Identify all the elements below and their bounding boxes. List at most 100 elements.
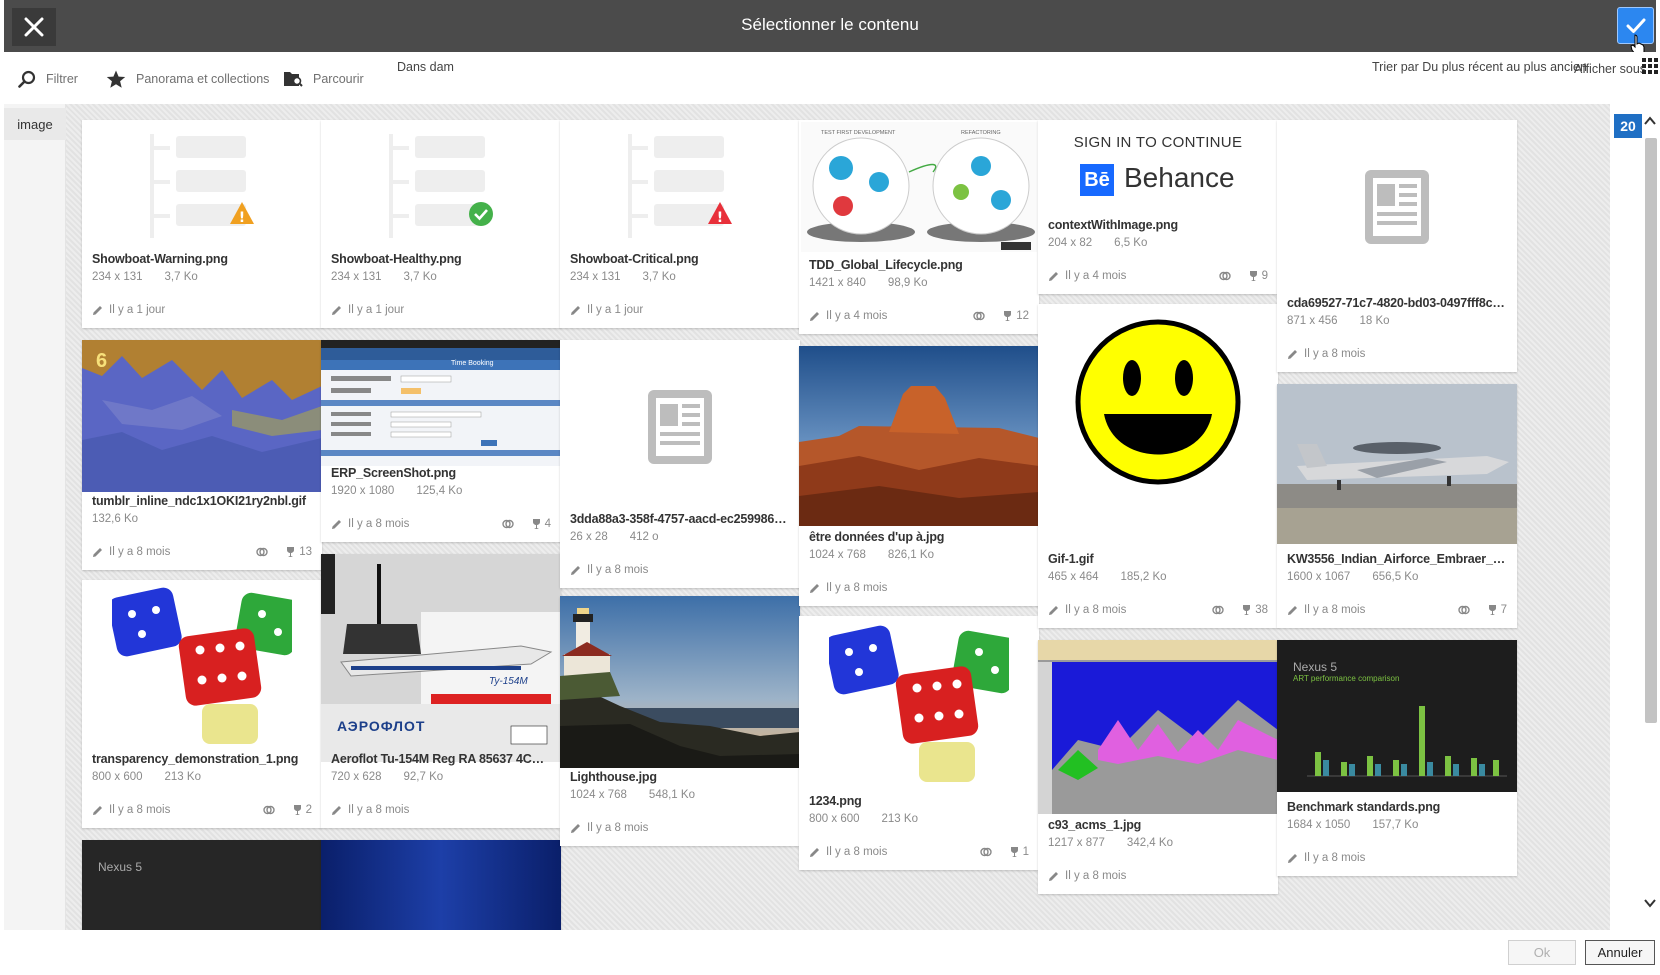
document-icon — [648, 390, 712, 464]
asset-size: 3,7 Ko — [642, 271, 676, 283]
colorful-chart-image — [1038, 640, 1278, 814]
asset-card[interactable]: transparency_demonstration_1.png 800 x 6… — [82, 580, 322, 828]
asset-thumbnail — [321, 120, 561, 246]
browse-button[interactable]: Parcourir — [283, 67, 364, 91]
asset-title: cda69527-71c7-4820-bd03-0497fff8cf8fer..… — [1287, 296, 1507, 310]
asset-size: 185,2 Ko — [1120, 571, 1167, 583]
asset-card[interactable]: TEST FIRST DEVELOPMENT REFACTORING TDD_G… — [799, 120, 1039, 334]
list-placeholder-icon — [389, 134, 493, 238]
glitch-image — [82, 340, 322, 492]
trophy-icon — [1243, 605, 1251, 615]
toolbar: Filtrer Panorama et collections Parcouri… — [4, 52, 1658, 104]
grid-view-icon[interactable] — [1642, 58, 1660, 76]
asset-award-count: 4 — [544, 518, 551, 530]
sort-dropdown[interactable]: Trier par Du plus récent au plus ancien — [1372, 60, 1587, 74]
pencil-icon — [1049, 871, 1058, 881]
asset-title: Lighthouse.jpg — [570, 770, 657, 784]
pencil-icon — [1288, 349, 1297, 359]
asset-thumbnail — [82, 580, 322, 750]
lighthouse-photo — [560, 596, 800, 768]
ok-button[interactable]: Ok — [1508, 940, 1576, 965]
asset-card[interactable]: 6 tumblr_inline_ndc1x1OKI21ry2nbl.gif 13… — [82, 340, 322, 570]
asset-award-count: 38 — [1255, 604, 1268, 616]
result-count-badge: 20 — [1614, 114, 1642, 138]
asset-card[interactable]: ! Showboat-Critical.png 234 x 131 3,7 Ko … — [560, 120, 800, 328]
tdd-label-right: REFACTORING — [961, 130, 1001, 136]
asset-card[interactable]: ! Showboat-Warning.png 234 x 131 3,7 Ko I… — [82, 120, 322, 328]
asset-age: Il y a 1 jour — [587, 304, 644, 316]
dice-image — [829, 625, 1009, 782]
asset-size: 6,5 Ko — [1114, 237, 1148, 249]
cancel-button[interactable]: Annuler — [1585, 940, 1655, 965]
asset-card[interactable]: être données d'up à.jpg 1024 x 768 826,1 … — [799, 346, 1039, 606]
asset-grid[interactable]: ! Showboat-Warning.png 234 x 131 3,7 Ko I… — [66, 104, 1610, 930]
asset-age: Il y a 8 mois — [1065, 604, 1127, 616]
dice-image — [112, 587, 292, 744]
pencil-icon — [810, 583, 819, 593]
svg-text:!: ! — [717, 210, 723, 226]
asset-card[interactable]: Time Booking ERP_ScreenShot.png 1920 x 1… — [321, 340, 561, 542]
sidebar-item-image[interactable]: image — [4, 108, 66, 140]
asset-size: 18 Ko — [1359, 315, 1390, 327]
asset-card[interactable]: cda69527-71c7-4820-bd03-0497fff8cf8fer..… — [1277, 120, 1517, 372]
asset-award-count: 1 — [1022, 846, 1029, 858]
trophy-icon — [1249, 271, 1257, 281]
asset-size: 92,7 Ko — [403, 771, 444, 783]
asset-thumbnail — [799, 346, 1039, 526]
header-bar: Sélectionner le contenu — [4, 0, 1656, 56]
asset-card[interactable]: KW3556_Indian_Airforce_Embraer_EMB... 16… — [1277, 384, 1517, 628]
asset-size: 826,1 Ko — [887, 549, 934, 561]
scroll-up-icon[interactable] — [1644, 116, 1656, 126]
asset-age: Il y a 8 mois — [587, 822, 649, 834]
trophy-icon — [1488, 605, 1496, 615]
asset-dimensions: 1684 x 1050 — [1287, 819, 1351, 831]
asset-card[interactable]: 1234.png 800 x 600 213 Ko Il y a 8 mois 1 — [799, 616, 1039, 870]
svg-text:!: ! — [239, 210, 245, 226]
asset-dimensions: 800 x 600 — [809, 813, 860, 825]
behance-signin-text: SIGN IN TO CONTINUE — [1073, 134, 1243, 151]
asset-title: 1234.png — [809, 794, 862, 808]
references-icon — [501, 519, 514, 529]
list-placeholder-icon: ! — [628, 134, 732, 238]
asset-card[interactable]: c93_acms_1.jpg 1217 x 877 342,4 Ko Il y a… — [1038, 640, 1278, 894]
asset-thumbnail: Nexus 5 — [82, 840, 322, 930]
nexus-label: Nexus 5 — [98, 860, 143, 874]
desert-photo — [799, 346, 1039, 526]
asset-card[interactable]: Nexus 5 — [82, 840, 322, 930]
asset-age: Il y a 8 mois — [348, 804, 410, 816]
asset-card[interactable]: SIGN IN TO CONTINUE Bē Behance contextWi… — [1038, 120, 1278, 294]
asset-dimensions: 871 x 456 — [1287, 315, 1338, 327]
asset-card[interactable]: Lighthouse.jpg 1024 x 768 548,1 Ko Il y a… — [560, 596, 800, 846]
asset-age: Il y a 8 mois — [826, 846, 888, 858]
sidebar: image — [4, 104, 66, 930]
asset-title: Showboat-Critical.png — [570, 252, 699, 266]
asset-dimensions: 204 x 82 — [1048, 237, 1093, 249]
asset-dimensions: 1600 x 1067 — [1287, 571, 1351, 583]
asset-age: Il y a 8 mois — [109, 546, 171, 558]
asset-card[interactable]: 3dda88a3-358f-4757-aacd-ec259986b52b... … — [560, 340, 800, 588]
asset-card[interactable]: Showboat-Healthy.png 234 x 131 3,7 Ko Il … — [321, 120, 561, 328]
filter-button[interactable]: Filtrer — [18, 67, 78, 91]
asset-thumbnail — [321, 840, 561, 930]
dialog-footer: Ok Annuler — [0, 930, 1660, 975]
asset-size: 98,9 Ko — [887, 277, 928, 289]
pencil-icon — [332, 519, 341, 529]
tdd-label-left: TEST FIRST DEVELOPMENT — [821, 130, 896, 136]
view-as-button[interactable]: Afficher sous — [1574, 62, 1646, 76]
scrollbar-thumb[interactable] — [1645, 138, 1657, 723]
pencil-icon — [93, 305, 102, 315]
scroll-down-icon[interactable] — [1644, 898, 1656, 908]
asset-dimensions: 1217 x 877 — [1048, 837, 1105, 849]
airplane-photo — [1277, 384, 1517, 544]
asset-age: Il y a 1 jour — [109, 304, 166, 316]
asset-card[interactable]: Gif-1.gif 465 x 464 185,2 Ko Il y a 8 moi… — [1038, 304, 1278, 628]
asset-card[interactable]: АЭРОФЛОТ Ty-154M Aeroflot Tu-154M Reg RA… — [321, 554, 561, 828]
asset-dimensions: 234 x 131 — [331, 271, 382, 283]
asset-card[interactable]: Nexus 5 ART performance comparison Bench… — [1277, 640, 1517, 876]
asset-award-count: 9 — [1261, 270, 1268, 282]
references-icon — [1212, 605, 1224, 615]
pencil-icon — [1049, 271, 1058, 281]
asset-card[interactable] — [321, 840, 561, 930]
collections-button[interactable]: Panorama et collections — [106, 67, 269, 91]
aeroflot-logo-text: АЭРОФЛОТ — [337, 718, 426, 734]
